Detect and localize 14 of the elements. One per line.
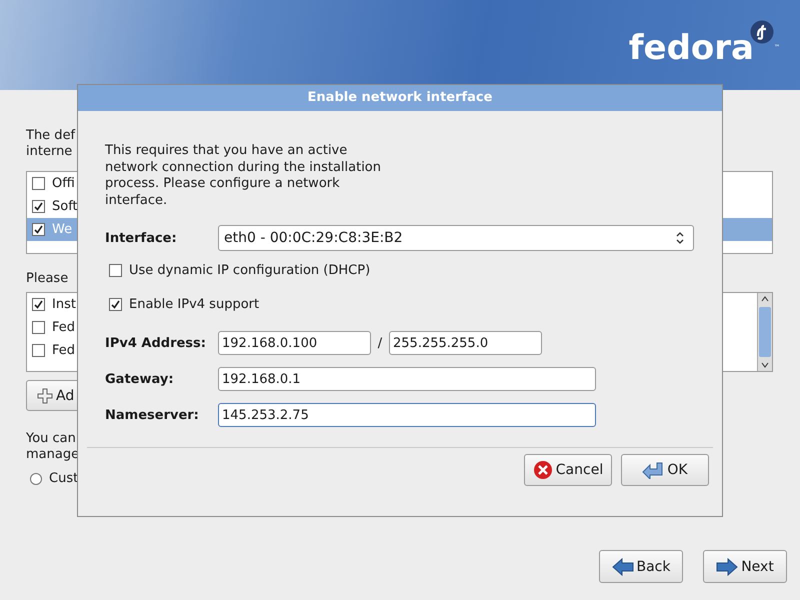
- description-text: This requires that you have an active network connection during the installation process. Please configure a network interface.: [105, 143, 382, 209]
- dialog-title: Enable network interface: [78, 85, 722, 111]
- intro-text: The def: [26, 128, 76, 144]
- radio-label: Cust: [49, 471, 78, 486]
- field-label: Interface:: [105, 230, 178, 246]
- checkbox-label: Use dynamic IP configuration (DHCP): [129, 263, 370, 278]
- prompt-text: Please: [26, 271, 70, 286]
- logo-text: fedora: [628, 28, 754, 68]
- note-text: manage: [26, 447, 80, 463]
- field-label: IPv4 Address:: [105, 336, 207, 350]
- separator-text: /: [376, 336, 384, 350]
- intro-text: interne: [26, 144, 72, 160]
- note-text: You can: [26, 431, 76, 447]
- checkbox-label: Enable IPv4 support: [129, 297, 260, 312]
